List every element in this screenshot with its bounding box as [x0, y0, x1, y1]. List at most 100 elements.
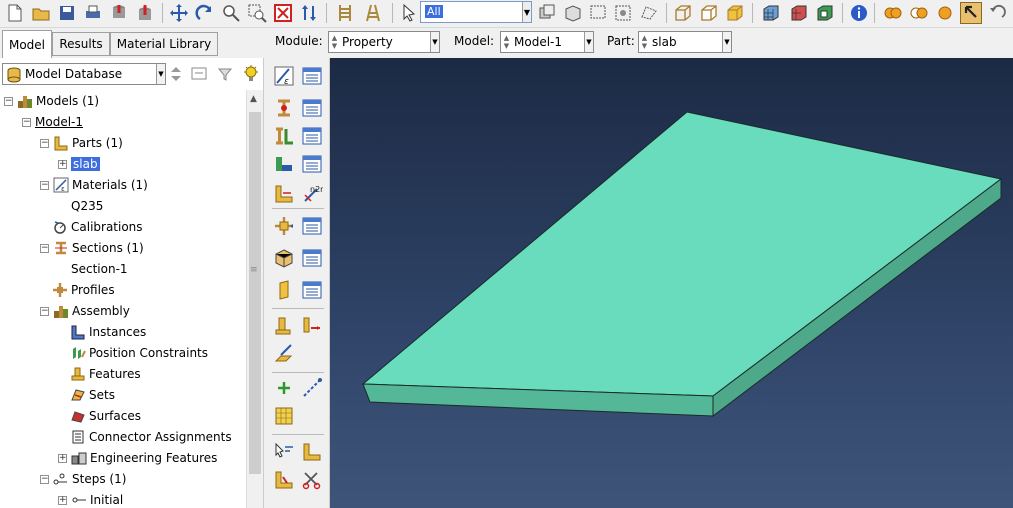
expand-tree-icon[interactable] — [188, 63, 210, 85]
box-zoom-icon[interactable] — [246, 2, 268, 24]
mesh-green-icon[interactable] — [814, 2, 836, 24]
tree-node-instances[interactable]: Instances — [70, 322, 146, 342]
create-profile-icon[interactable] — [272, 124, 296, 148]
spin-arrows-icon[interactable]: ▲ ▼ — [502, 34, 511, 50]
info-icon[interactable] — [848, 2, 870, 24]
collapse-icon[interactable]: − — [40, 138, 49, 148]
collapse-icon[interactable]: − — [40, 180, 49, 190]
tree-node-sets[interactable]: Sets — [70, 385, 115, 405]
stringer-icon[interactable] — [272, 278, 296, 302]
new-file-icon[interactable] — [4, 2, 26, 24]
wireframe-icon[interactable] — [672, 2, 694, 24]
chevron-down-icon[interactable]: ▼ — [722, 32, 731, 52]
tree-node-materials[interactable]: − ε Materials (1) — [40, 175, 148, 195]
skin-manager-icon[interactable] — [300, 246, 324, 270]
tab-model[interactable]: Model — [2, 30, 52, 58]
tree-node-slab[interactable]: + slab — [58, 154, 100, 174]
cut-icon[interactable] — [300, 468, 324, 492]
create-material-icon[interactable]: ε — [272, 64, 296, 88]
tree-node-calibrations[interactable]: Calibrations — [52, 217, 143, 237]
collapse-icon[interactable]: − — [40, 243, 49, 253]
tree-node-parts[interactable]: − Parts (1) — [40, 133, 123, 153]
tree-scrollbar[interactable]: ▲ ≡ — [246, 90, 263, 508]
section-assignment-manager-icon[interactable] — [300, 152, 324, 176]
assign-section-icon[interactable] — [272, 152, 296, 176]
tree-node-engineering-features[interactable]: + Engineering Features — [58, 448, 217, 468]
ladder-icon[interactable] — [334, 2, 356, 24]
tab-results[interactable]: Results — [52, 32, 110, 56]
special-inertia-icon[interactable] — [272, 214, 296, 238]
collapse-icon[interactable]: − — [22, 117, 31, 127]
lightbulb-icon[interactable] — [240, 63, 262, 85]
tree-node-steps[interactable]: − Steps (1) — [40, 469, 126, 489]
tree-node-initial[interactable]: + Initial — [58, 490, 123, 508]
save-icon[interactable] — [56, 2, 78, 24]
display-group-intersect-icon[interactable] — [908, 2, 930, 24]
chevron-down-icon[interactable]: ▼ — [156, 64, 165, 84]
database-combo[interactable]: Model Database ▼ — [2, 63, 166, 85]
assign-beam-orientation-icon[interactable] — [272, 314, 296, 338]
import-database-icon[interactable] — [108, 2, 130, 24]
cycle-views-icon[interactable] — [298, 2, 320, 24]
undo-icon[interactable] — [986, 2, 1008, 24]
collapse-icon[interactable]: − — [40, 306, 49, 316]
hidden-line-icon[interactable] — [698, 2, 720, 24]
scroll-up-icon[interactable]: ▲ — [250, 94, 257, 104]
create-axis-icon[interactable] — [300, 376, 324, 400]
zoom-icon[interactable] — [220, 2, 242, 24]
chevron-down-icon[interactable]: ▼ — [522, 2, 531, 22]
query-tool-icon[interactable] — [960, 2, 982, 24]
shaded-icon[interactable] — [724, 2, 746, 24]
assign-tangent-icon[interactable] — [300, 314, 324, 338]
profile-manager-icon[interactable] — [300, 124, 324, 148]
create-section-icon[interactable] — [272, 96, 296, 120]
tree-node-model-1[interactable]: − Model-1 — [22, 112, 83, 132]
assign-element-type-icon[interactable] — [300, 440, 324, 464]
select-from-viewport-icon[interactable] — [536, 2, 558, 24]
inertia-manager-icon[interactable] — [300, 214, 324, 238]
tree-node-section-1[interactable]: Section-1 — [71, 259, 128, 279]
mesh-red-icon[interactable] — [788, 2, 810, 24]
filter-tree-icon[interactable] — [214, 63, 236, 85]
create-point-icon[interactable] — [272, 376, 296, 400]
chevron-down-icon[interactable]: ▼ — [430, 32, 439, 52]
tree-node-profiles[interactable]: Profiles — [52, 280, 115, 300]
tree-node-surfaces[interactable]: Surfaces — [70, 406, 141, 426]
assign-normal-icon[interactable]: n2n1 — [300, 182, 324, 206]
section-manager-icon[interactable] — [300, 96, 324, 120]
tree-node-sections[interactable]: − Sections (1) — [40, 238, 144, 258]
spin-arrows-icon[interactable]: ▲ ▼ — [330, 34, 339, 50]
select-cursor-icon[interactable] — [398, 2, 420, 24]
pan-icon[interactable] — [168, 2, 190, 24]
collapse-icon[interactable]: − — [40, 474, 49, 484]
mesh-grid-icon[interactable] — [760, 2, 782, 24]
lasso-select-icon[interactable] — [638, 2, 660, 24]
box-select-icon[interactable] — [588, 2, 610, 24]
stringer-manager-icon[interactable] — [300, 278, 324, 302]
assign-orientation-icon[interactable] — [272, 182, 296, 206]
module-combo[interactable]: ▲ ▼ Property ▼ — [328, 31, 440, 53]
tree-node-assembly[interactable]: − Assembly — [40, 301, 130, 321]
tab-material-library[interactable]: Material Library — [110, 32, 218, 56]
print-icon[interactable] — [82, 2, 104, 24]
query-node-icon[interactable] — [272, 440, 296, 464]
chevron-down-icon[interactable]: ▼ — [584, 32, 593, 52]
scrollbar-thumb[interactable] — [249, 112, 261, 474]
partition-icon[interactable] — [272, 468, 296, 492]
display-group-union-icon[interactable] — [882, 2, 904, 24]
model-combo[interactable]: ▲ ▼ Model-1 ▼ — [500, 31, 594, 53]
expand-icon[interactable]: + — [58, 453, 67, 463]
select-feature-icon[interactable] — [612, 2, 634, 24]
selection-filter-combo[interactable]: All ▼ — [420, 1, 532, 23]
expand-icon[interactable]: + — [58, 495, 67, 505]
auto-fit-icon[interactable] — [272, 2, 294, 24]
tree-node-position-constraints[interactable]: Position Constraints — [70, 343, 208, 363]
export-database-icon[interactable] — [134, 2, 156, 24]
tree-node-connector-assignments[interactable]: Connector Assignments — [70, 427, 232, 447]
material-manager-icon[interactable] — [300, 64, 324, 88]
graphics-viewport[interactable] — [330, 58, 1013, 508]
assign-rebar-icon[interactable] — [272, 342, 296, 366]
tree-node-features[interactable]: Features — [70, 364, 141, 384]
tree-node-models[interactable]: − Models (1) — [4, 91, 99, 111]
ladder-alt-icon[interactable] — [362, 2, 384, 24]
